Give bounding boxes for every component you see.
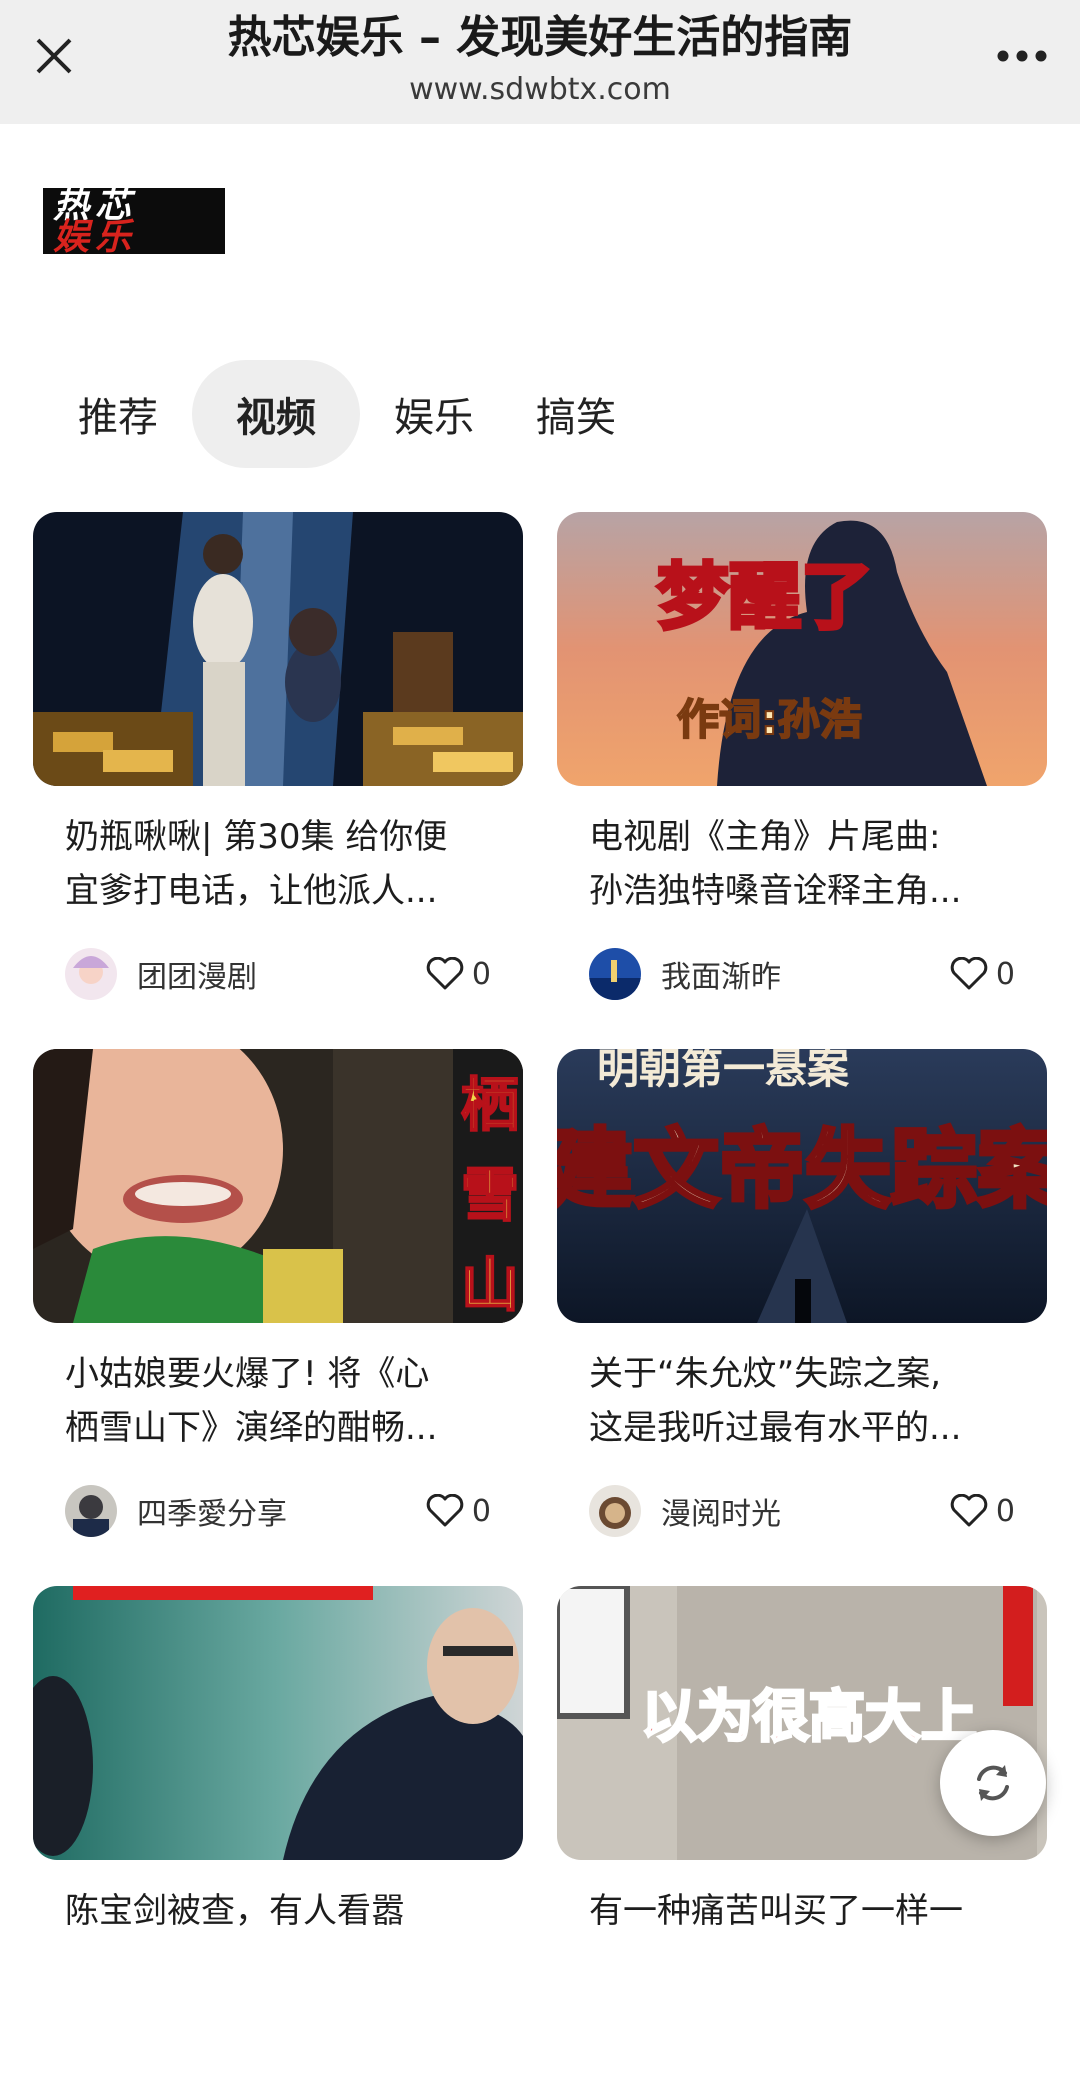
- heart-icon: [426, 957, 464, 990]
- card-footer: 我面渐昨 0: [589, 946, 1015, 1002]
- like-button[interactable]: 0: [950, 957, 1015, 992]
- tab-entertainment[interactable]: 娱乐: [366, 360, 502, 468]
- video-title[interactable]: 有一种痛苦叫买了一样一: [589, 1884, 1015, 1992]
- like-count: 0: [995, 956, 1015, 992]
- video-thumbnail[interactable]: 栖 雪 山: [33, 1049, 523, 1323]
- close-button[interactable]: [26, 28, 82, 84]
- video-card[interactable]: 栖 雪 山 小姑娘要火爆了! 将《心 栖雪山下》演绎的酣畅... 四季愛分享 0: [33, 1049, 523, 1546]
- avatar[interactable]: [589, 1485, 641, 1537]
- svg-text:雪: 雪: [461, 1161, 519, 1229]
- avatar[interactable]: [65, 948, 117, 1000]
- author-name[interactable]: 四季愛分享: [137, 1489, 426, 1533]
- refresh-button[interactable]: [940, 1730, 1046, 1836]
- author-name[interactable]: 团团漫剧: [137, 952, 426, 996]
- thumb-title-text: 梦醒了: [657, 555, 873, 639]
- video-card[interactable]: 明朝第一悬案 建文帝失踪案 关于“朱允炆”失踪之案, 这是我听过最有水平的...…: [557, 1049, 1047, 1546]
- like-button[interactable]: 0: [426, 957, 491, 992]
- video-title[interactable]: 陈宝剑被查，有人看嚣: [65, 1884, 491, 1992]
- video-thumbnail[interactable]: [33, 512, 523, 786]
- more-dots-icon: [997, 50, 1047, 62]
- like-count: 0: [471, 1493, 491, 1529]
- top-bar: 热芯娱乐 – 发现美好生活的指南 www.sdwbtx.com: [0, 0, 1080, 124]
- tab-video[interactable]: 视频: [192, 360, 360, 468]
- like-button[interactable]: 0: [426, 1494, 491, 1529]
- heart-icon: [950, 957, 988, 990]
- video-card[interactable]: 梦醒了 作词:孙浩 电视剧《主角》片尾曲: 孙浩独特嗓音诠释主角... 我面渐昨…: [557, 512, 1047, 1009]
- card-footer: 团团漫剧 0: [65, 946, 491, 1002]
- category-tabs: 推荐 视频 娱乐 搞笑: [50, 360, 650, 468]
- heart-icon: [950, 1494, 988, 1527]
- card-footer: 四季愛分享 0: [65, 1483, 491, 1539]
- avatar[interactable]: [589, 948, 641, 1000]
- video-title[interactable]: 小姑娘要火爆了! 将《心 栖雪山下》演绎的酣畅...: [65, 1347, 491, 1455]
- svg-text:山: 山: [461, 1251, 519, 1319]
- author-name[interactable]: 漫阅时光: [661, 1489, 950, 1533]
- more-button[interactable]: [990, 28, 1054, 84]
- like-button[interactable]: 0: [950, 1494, 1015, 1529]
- tab-recommend[interactable]: 推荐: [50, 360, 186, 468]
- like-count: 0: [471, 956, 491, 992]
- video-title[interactable]: 关于“朱允炆”失踪之案, 这是我听过最有水平的...: [589, 1347, 1015, 1455]
- thumb-title-text: 以为很高大上: [641, 1685, 977, 1750]
- avatar[interactable]: [65, 1485, 117, 1537]
- svg-text:栖: 栖: [461, 1071, 519, 1139]
- heart-icon: [426, 1494, 464, 1527]
- thumb-subtitle-text: 作词:孙浩: [677, 695, 862, 744]
- video-thumbnail[interactable]: 梦醒了 作词:孙浩: [557, 512, 1047, 786]
- like-count: 0: [995, 1493, 1015, 1529]
- tab-funny[interactable]: 搞笑: [508, 360, 644, 468]
- page-title: 热芯娱乐 – 发现美好生活的指南: [227, 12, 853, 63]
- video-grid: 奶瓶啾啾| 第30集 给你便 宜爹打电话，让他派人... 团团漫剧 0 梦醒了 …: [33, 512, 1049, 2083]
- video-thumbnail[interactable]: [33, 1586, 523, 1860]
- video-thumbnail[interactable]: 明朝第一悬案 建文帝失踪案: [557, 1049, 1047, 1323]
- video-card[interactable]: 奶瓶啾啾| 第30集 给你便 宜爹打电话，让他派人... 团团漫剧 0: [33, 512, 523, 1009]
- video-title[interactable]: 电视剧《主角》片尾曲: 孙浩独特嗓音诠释主角...: [589, 810, 1015, 918]
- page-url: www.sdwbtx.com: [409, 72, 671, 107]
- close-icon: [36, 38, 72, 74]
- author-name[interactable]: 我面渐昨: [661, 952, 950, 996]
- video-title[interactable]: 奶瓶啾啾| 第30集 给你便 宜爹打电话，让他派人...: [65, 810, 491, 918]
- logo-text: 热芯 娱乐: [53, 185, 138, 258]
- site-logo[interactable]: 热芯 娱乐: [43, 185, 225, 258]
- video-card[interactable]: 以为很高大上 有一种痛苦叫买了一样一: [557, 1586, 1047, 2083]
- video-card[interactable]: 陈宝剑被查，有人看嚣: [33, 1586, 523, 2083]
- refresh-icon: [977, 1765, 1009, 1801]
- thumb-title-text: 建文帝失踪案: [557, 1119, 1047, 1220]
- thumb-subtitle-text: 明朝第一悬案: [597, 1049, 850, 1093]
- card-footer: 漫阅时光 0: [589, 1483, 1015, 1539]
